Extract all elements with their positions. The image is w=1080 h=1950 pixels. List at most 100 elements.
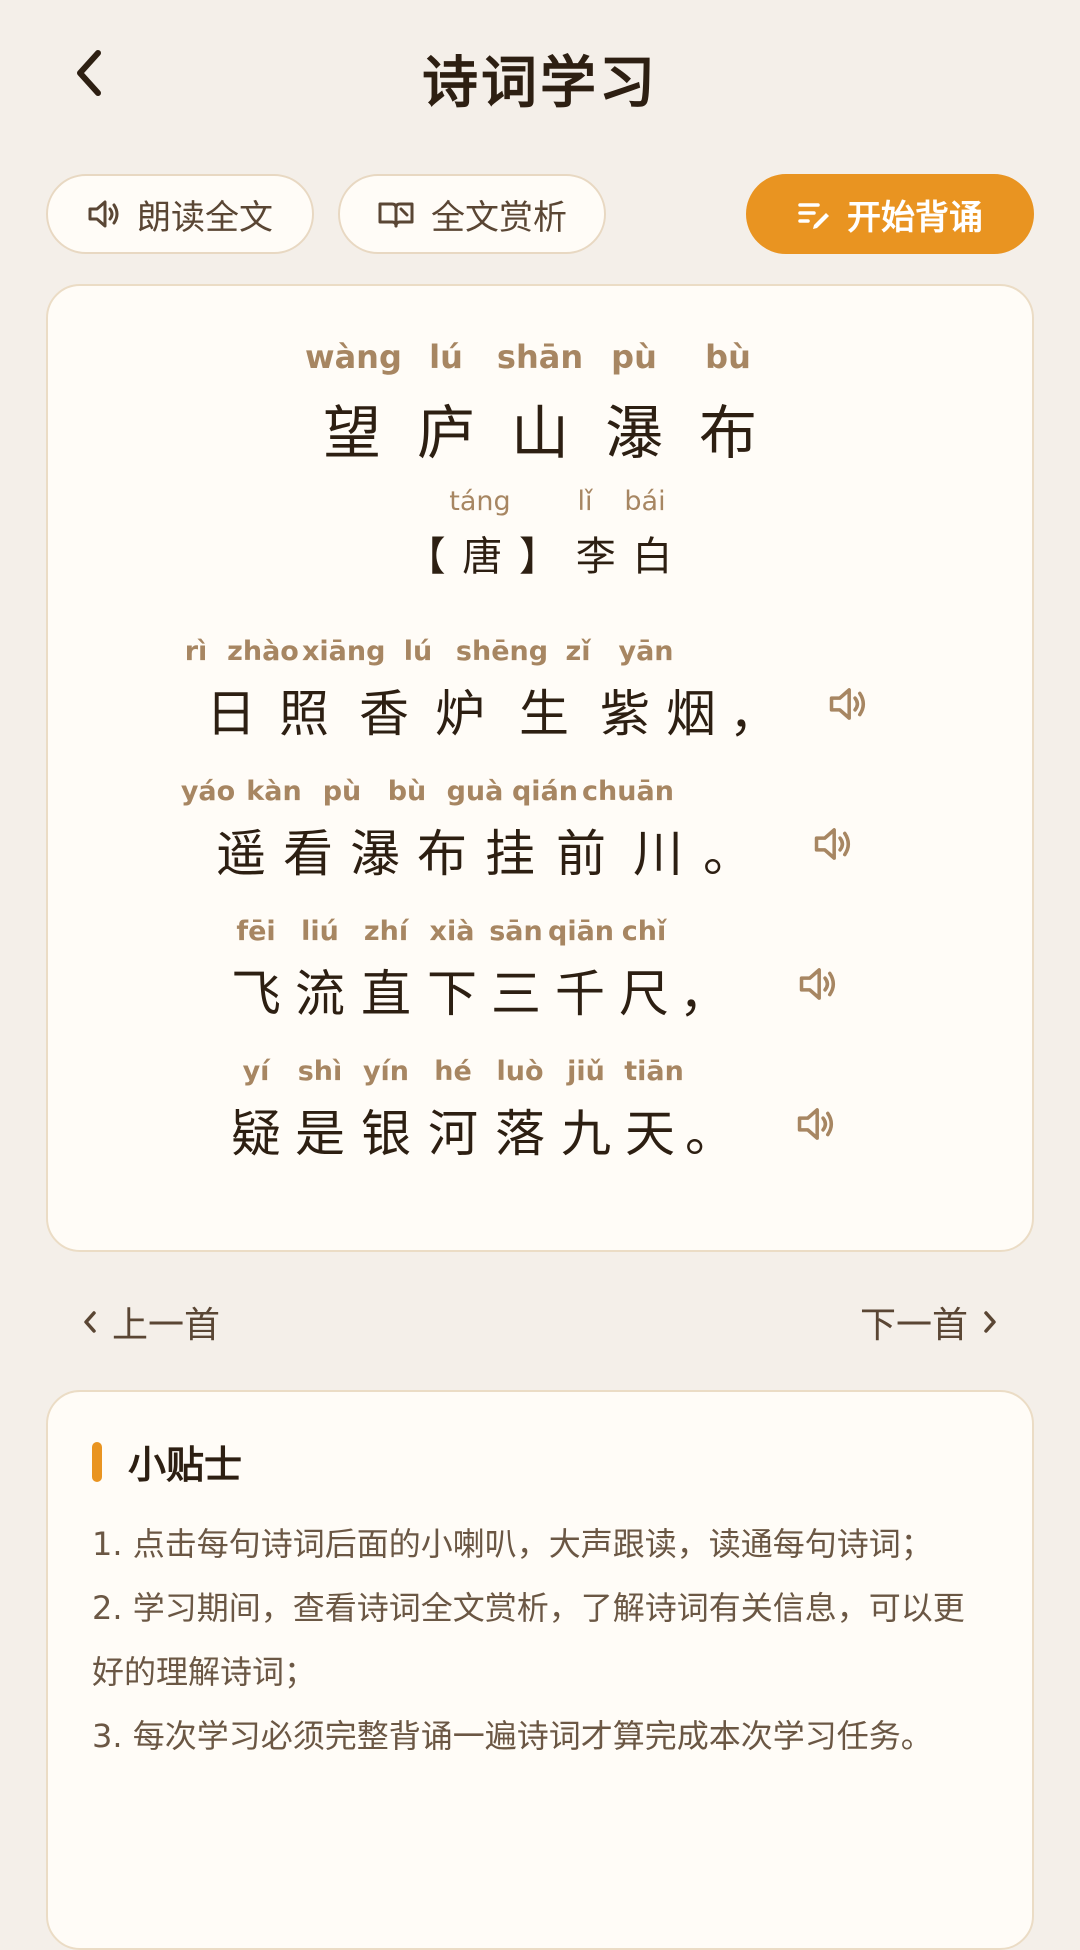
pinyin-syllable: jiǔ (567, 1056, 605, 1087)
start-recite-button[interactable]: 开始背诵 (746, 174, 1034, 254)
pinyin-syllable: wàng (305, 338, 402, 376)
poem-char: 下 (427, 965, 477, 1023)
poem-char: 流 (295, 965, 345, 1023)
poem-char: 香 (359, 685, 409, 743)
poem-char: 三 (491, 965, 541, 1023)
author-text: 【 唐 】 李 白 (405, 534, 675, 580)
read-full-text-button[interactable]: 朗读全文 (46, 174, 314, 254)
pinyin-syllable: qián (511, 776, 579, 807)
pinyin-syllable: yān (618, 636, 674, 667)
poem-char: 银 (361, 1105, 411, 1163)
poem-char: 照 (279, 685, 329, 743)
tips-card: 小贴士 1. 点击每句诗词后面的小喇叭，大声跟读，读通每句诗词； 2. 学习期间… (46, 1390, 1034, 1950)
next-poem-label: 下一首 (859, 1305, 968, 1346)
poem-line-2: yáo kàn pù bù guà qián chuān 遥 看 瀑 布 挂 前… (48, 776, 1036, 906)
line-text: 飞 流 直 下 三 千 尺 ， (224, 954, 732, 1026)
poem-char: 生 (519, 685, 569, 743)
full-text-analysis-label: 全文赏析 (431, 197, 567, 238)
page-title: 诗词学习 (422, 51, 658, 116)
pinyin-syllable: shān (496, 338, 584, 376)
book-icon (378, 202, 414, 228)
poem-char: 疑 (231, 1105, 281, 1163)
speaker-icon[interactable] (798, 964, 838, 1004)
pinyin-syllable: pù (322, 776, 362, 807)
title-pinyin: wàng lú shān pù bù (48, 338, 1032, 376)
tip-item: 2. 学习期间，查看诗词全文赏析，了解诗词有关信息，可以更好的理解诗词； (92, 1589, 965, 1691)
poem-char: ， (729, 685, 779, 743)
poem-char: 。 (685, 1105, 735, 1163)
pinyin-syllable: táng (449, 486, 511, 517)
full-text-analysis-button[interactable]: 全文赏析 (338, 174, 606, 254)
poem-card: wàng lú shān pù bù 望 庐 山 瀑 布 táng lǐ bái… (46, 284, 1034, 1252)
line-text: 遥 看 瀑 布 挂 前 川 。 (208, 814, 758, 886)
chevron-left-icon (84, 1311, 96, 1333)
poem-char: 河 (428, 1105, 478, 1163)
poem-char: 炉 (435, 685, 485, 743)
pinyin-syllable: shēng (455, 636, 549, 667)
poem-title: 望 庐 山 瀑 布 (48, 386, 1032, 470)
pinyin-syllable: shì (297, 1056, 343, 1087)
line-text: 疑 是 银 河 落 九 天 。 (224, 1094, 738, 1166)
pinyin-syllable: bù (705, 338, 751, 376)
pinyin-syllable: guà (446, 776, 504, 807)
speaker-icon[interactable] (813, 824, 853, 864)
title-char: 望 (322, 399, 381, 467)
line-pinyin: rì zhào xiāng lú shēng zǐ yān (168, 636, 686, 667)
prev-poem-button[interactable]: 上一首 (82, 1296, 220, 1348)
header: 诗词学习 (0, 0, 1080, 150)
read-full-text-label: 朗读全文 (137, 197, 273, 238)
tips-accent-bar (92, 1442, 102, 1482)
start-recite-label: 开始背诵 (847, 197, 983, 238)
poem-line-4: yí shì yín hé luò jiǔ tiān 疑 是 银 河 落 九 天… (48, 1056, 1036, 1186)
pinyin-syllable: bù (387, 776, 427, 807)
speaker-icon[interactable] (796, 1104, 836, 1144)
pinyin-syllable: xiāng (302, 636, 386, 667)
pinyin-syllable: kàn (246, 776, 302, 807)
poem-line-1: rì zhào xiāng lú shēng zǐ yān 日 照 香 炉 生 … (48, 636, 1036, 766)
pinyin-syllable: yí (242, 1056, 270, 1087)
pinyin-syllable: fēi (236, 916, 276, 947)
speaker-icon (88, 200, 119, 228)
poem-char: 天 (625, 1105, 675, 1163)
tip-item: 1. 点击每句诗词后面的小喇叭，大声跟读，读通每句诗词； (92, 1525, 933, 1563)
line-pinyin: fēi liú zhí xià sān qiān chǐ (224, 916, 676, 947)
poem-char: 。 (703, 825, 753, 883)
pen-list-icon (798, 203, 829, 229)
speaker-icon[interactable] (828, 684, 868, 724)
pinyin-syllable: chuān (582, 776, 674, 807)
next-poem-button[interactable]: 下一首 (860, 1296, 998, 1348)
pinyin-syllable: lú (429, 338, 463, 376)
pinyin-syllable: liú (301, 916, 339, 947)
pinyin-syllable: rì (184, 636, 208, 667)
poem-char: 川 (633, 825, 683, 883)
poem-line-3: fēi liú zhí xià sān qiān chǐ 飞 流 直 下 三 千… (48, 916, 1036, 1046)
poem-char: 是 (295, 1105, 345, 1163)
tip-item: 3. 每次学习必须完整背诵一遍诗词才算完成本次学习任务。 (92, 1717, 933, 1755)
poem-char: ， (679, 965, 729, 1023)
poem-char: 烟 (666, 685, 716, 743)
chevron-right-icon (984, 1311, 996, 1333)
title-char: 布 (698, 399, 757, 467)
pinyin-syllable: luò (496, 1056, 544, 1087)
poem-char: 前 (556, 825, 606, 883)
pinyin-syllable: bái (624, 486, 666, 517)
title-char: 瀑 (604, 399, 663, 467)
poem-char: 紫 (600, 685, 650, 743)
pinyin-syllable: pù (611, 338, 657, 376)
pinyin-syllable: lú (403, 636, 433, 667)
pinyin-syllable: lǐ (577, 486, 593, 517)
title-char: 庐 (416, 399, 475, 467)
pinyin-syllable: tiān (624, 1056, 684, 1087)
pinyin-syllable: zhào (227, 636, 299, 667)
poem-char: 瀑 (350, 825, 400, 883)
pinyin-syllable: sān (489, 916, 543, 947)
pinyin-syllable: chǐ (621, 916, 667, 947)
author-pinyin: táng lǐ bái (48, 486, 1032, 517)
pinyin-syllable: hé (434, 1056, 472, 1087)
poem-navigation: 上一首 下一首 (0, 1296, 1080, 1356)
poem-char: 挂 (485, 825, 535, 883)
tips-list: 1. 点击每句诗词后面的小喇叭，大声跟读，读通每句诗词； 2. 学习期间，查看诗… (92, 1512, 992, 1768)
poem-char: 落 (495, 1105, 545, 1163)
line-pinyin: yáo kàn pù bù guà qián chuān (178, 776, 676, 807)
poem-char: 九 (561, 1105, 611, 1163)
